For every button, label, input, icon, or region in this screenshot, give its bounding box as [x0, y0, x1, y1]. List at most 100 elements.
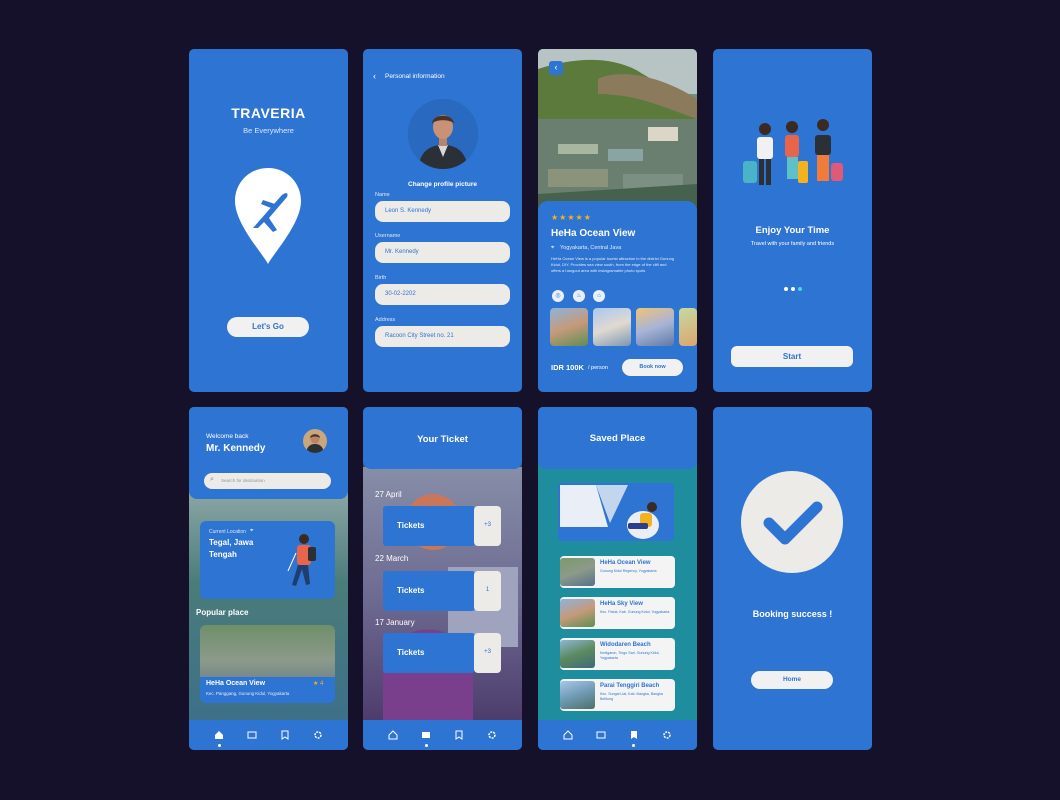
lets-go-button[interactable]: Let's Go [227, 317, 309, 337]
saved-place-item[interactable]: Parai Tenggiri Beach Kec. Sungai Liat, K… [560, 679, 675, 711]
popular-place-address: Kec. Panggang, Gunung Kidul, Yogyakarta [206, 691, 290, 696]
saved-place-address: Kec. Sungai Liat, Kab. Bangka, Bangka Be… [600, 692, 663, 701]
home-icon[interactable] [212, 728, 226, 747]
ticket-label: Tickets [383, 506, 475, 546]
back-chevron-icon[interactable]: ‹ [373, 71, 376, 81]
username-field[interactable]: Mr. Kennedy [375, 242, 510, 263]
saved-place-address: Kedigaron, Tlogo Sari, Gunung Kidul, Yog… [600, 651, 660, 660]
home-icon[interactable] [561, 728, 575, 742]
bottom-nav [189, 720, 348, 750]
home-screen: Welcome back Mr. Kennedy ⌕ Search for de… [189, 407, 348, 750]
gallery-thumb[interactable] [593, 308, 631, 346]
gallery-thumb[interactable] [550, 308, 588, 346]
saved-place-address: Gunung Kidul Regency, Yogyakarta [600, 569, 657, 573]
ticket-item[interactable]: Tickets 1 [383, 571, 501, 611]
current-location-card[interactable]: Current Location ⌖ Tegal, Jawa Tengah [200, 521, 335, 599]
bookmark-icon[interactable] [452, 728, 466, 742]
ticket-date: 27 April [375, 490, 402, 499]
app-title: TRAVERIA [231, 105, 306, 121]
ticket-label: Tickets [383, 633, 475, 673]
page-dot-active[interactable] [798, 287, 802, 291]
settings-icon[interactable] [485, 728, 499, 742]
bookmark-icon[interactable] [627, 728, 641, 747]
welcome-text: Welcome back [206, 433, 249, 440]
shop-icon[interactable]: ⌂ [593, 290, 605, 302]
ticket-item[interactable]: Tickets +3 [383, 633, 501, 673]
address-field[interactable]: Racoon City Street no. 21 [375, 326, 510, 347]
popular-place-card[interactable]: HeHa Ocean View ★ 4 Kec. Panggang, Gunun… [200, 625, 335, 703]
settings-icon[interactable] [311, 728, 325, 742]
popular-place-title: HeHa Ocean View [206, 680, 266, 687]
destination-description: HeHa Ocean View is a popular tourist att… [551, 256, 675, 273]
saved-title: Saved Place [589, 433, 646, 444]
ticket-item[interactable]: Tickets +3 [383, 506, 501, 546]
price: IDR 100K [551, 363, 584, 372]
travelers-illustration [743, 119, 843, 185]
splash-screen: TRAVERIA Be Everywhere Let's Go [189, 49, 348, 392]
ticket-icon[interactable] [594, 728, 608, 742]
saved-place-name: HeHa Sky View [600, 601, 643, 607]
avatar[interactable] [408, 99, 478, 169]
onboarding-subtitle: Travel with your family and friends [750, 241, 835, 247]
saved-place-name: HeHa Ocean View [600, 560, 651, 566]
app-tagline: Be Everywhere [243, 126, 294, 135]
back-button[interactable]: ‹ [549, 61, 563, 75]
avatar[interactable] [303, 429, 327, 453]
bookmark-icon[interactable] [278, 728, 292, 742]
travel-folder-illustration [558, 483, 674, 541]
onboarding-title: Enjoy Your Time [755, 225, 830, 236]
saved-place-thumb [560, 558, 595, 586]
destination-title: HeHa Ocean View [551, 228, 636, 239]
tickets-screen: Your Ticket 27 April Tickets +3 22 March… [363, 407, 522, 750]
saved-place-address: Kec. Patuk, Kab. Gunung Kidul, Yogyakart… [600, 610, 670, 614]
gallery-thumb[interactable] [679, 308, 697, 346]
search-input[interactable]: ⌕ Search for destination [204, 473, 331, 489]
ticket-date: 17 January [375, 618, 415, 627]
food-icon[interactable]: ♨ [573, 290, 585, 302]
home-icon[interactable] [386, 728, 400, 742]
location-pin-icon: ⌖ [551, 245, 555, 251]
home-header: Welcome back Mr. Kennedy ⌕ Search for de… [189, 407, 348, 499]
username-label: Username [375, 233, 401, 239]
birth-field[interactable]: 30-02-2202 [375, 284, 510, 305]
saved-place-thumb [560, 640, 595, 668]
detail-card: ★★★★★ HeHa Ocean View ⌖ Yogyakarta, Cent… [538, 201, 697, 392]
ticket-icon[interactable] [419, 728, 433, 747]
profile-header: Personal information [385, 73, 445, 80]
user-name: Mr. Kennedy [206, 443, 266, 454]
price-unit: / person [588, 365, 608, 371]
popular-place-heading: Popular place [196, 608, 249, 617]
search-placeholder: Search for destination [221, 478, 265, 483]
settings-icon[interactable] [660, 728, 674, 742]
name-field[interactable]: Leon S. Kennedy [375, 201, 510, 222]
onboarding-screen: Enjoy Your Time Travel with your family … [713, 49, 872, 392]
destination-location: Yogyakarta, Central Java [560, 245, 622, 251]
saved-place-thumb [560, 599, 595, 627]
ticket-count: +3 [474, 506, 501, 546]
location-plane-logo-icon [235, 168, 301, 264]
saved-place-item[interactable]: HeHa Sky View Kec. Patuk, Kab. Gunung Ki… [560, 597, 675, 629]
name-label: Name [375, 192, 390, 198]
saved-place-item[interactable]: Widodaren Beach Kedigaron, Tlogo Sari, G… [560, 638, 675, 670]
book-now-button[interactable]: Book now [622, 359, 683, 376]
gallery-thumb[interactable] [636, 308, 674, 346]
page-dot[interactable] [784, 287, 788, 291]
saved-place-name: Widodaren Beach [600, 642, 651, 648]
ticket-count: 1 [474, 571, 501, 611]
change-profile-picture-link[interactable]: Change profile picture [363, 181, 522, 188]
success-message: Booking success ! [752, 609, 833, 619]
bottom-nav [363, 720, 522, 750]
popular-place-rating: ★ 4 [313, 681, 324, 687]
hiker-illustration [287, 534, 316, 586]
birth-label: Birth [375, 275, 387, 281]
bottom-nav [538, 720, 697, 750]
camera-icon[interactable]: ◎ [552, 290, 564, 302]
page-dot[interactable] [791, 287, 795, 291]
home-button[interactable]: Home [751, 671, 833, 689]
ticket-label: Tickets [383, 571, 475, 611]
ticket-icon[interactable] [245, 728, 259, 742]
saved-place-thumb [560, 681, 595, 709]
location-pin-icon: ⌖ [250, 528, 254, 534]
start-button[interactable]: Start [731, 346, 853, 367]
saved-place-item[interactable]: HeHa Ocean View Gunung Kidul Regency, Yo… [560, 556, 675, 588]
